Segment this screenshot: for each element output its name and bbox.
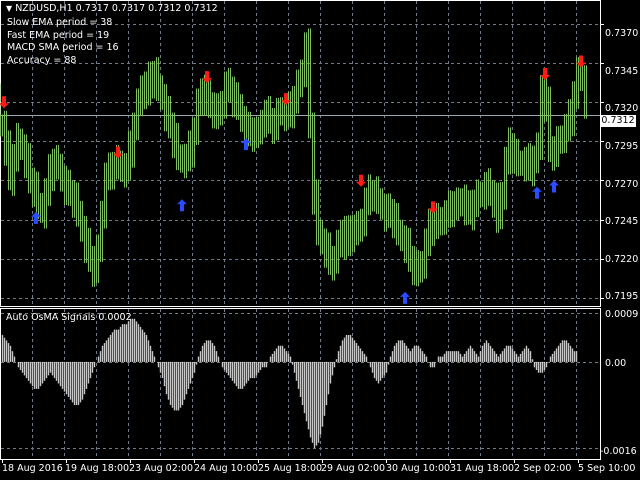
time-label: 31 Aug 18:00 [450,463,515,474]
price-tick: 0.7220 [605,254,639,265]
param-fast-ema: Fast EMA period = 19 [7,30,110,41]
price-tick: 0.7295 [605,141,639,152]
price-tick: 0.7345 [605,66,639,77]
time-label: 29 Aug 02:00 [321,463,386,474]
price-tick: 0.7245 [605,216,639,227]
current-price-label: 0.7312 [600,115,636,127]
symbol-header: ▼ NZDUSD,H1 0.7317 0.7317 0.7312 0.7312 [6,3,218,14]
symbol-line: NZDUSD,H1 0.7317 0.7317 0.7312 0.7312 [15,3,218,14]
indicator-tick: -0.0016 [600,446,637,457]
chart-window[interactable]: ▼ NZDUSD,H1 0.7317 0.7317 0.7312 0.7312 … [0,0,640,480]
buy-arrow-icon [400,291,410,304]
time-label: 23 Aug 02:00 [129,463,194,474]
price-tick: 0.7370 [605,28,639,39]
time-label: 5 Sep 10:00 [578,463,636,474]
time-label: 24 Aug 10:00 [194,463,259,474]
dropdown-triangle-icon[interactable]: ▼ [6,4,12,13]
price-tick: 0.7320 [605,103,639,114]
time-label: 18 Aug 2016 [2,463,63,474]
indicator-tick: 0.0009 [605,309,639,320]
param-slow-ema: Slow EMA period = 38 [7,17,113,28]
time-label: 2 Sep 02:00 [514,463,572,474]
price-tick: 0.7195 [605,291,639,302]
buy-arrow-icon [532,186,542,199]
buy-arrow-icon [241,138,251,151]
sell-arrow-icon [540,68,550,81]
buy-arrow-icon [549,180,559,193]
param-accuracy: Accuracy = 88 [7,55,77,66]
indicator-title: Auto OsMA Signals 0.0002 [6,312,132,323]
price-tick: 0.7270 [605,179,639,190]
buy-arrow-icon [177,199,187,212]
time-label: 19 Aug 18:00 [65,463,130,474]
param-macd-sma: MACD SMA period = 16 [7,42,119,53]
time-label: 25 Aug 18:00 [258,463,323,474]
time-label: 30 Aug 10:00 [386,463,451,474]
indicator-tick: 0.00 [605,358,627,369]
chart-canvas[interactable] [0,0,640,480]
